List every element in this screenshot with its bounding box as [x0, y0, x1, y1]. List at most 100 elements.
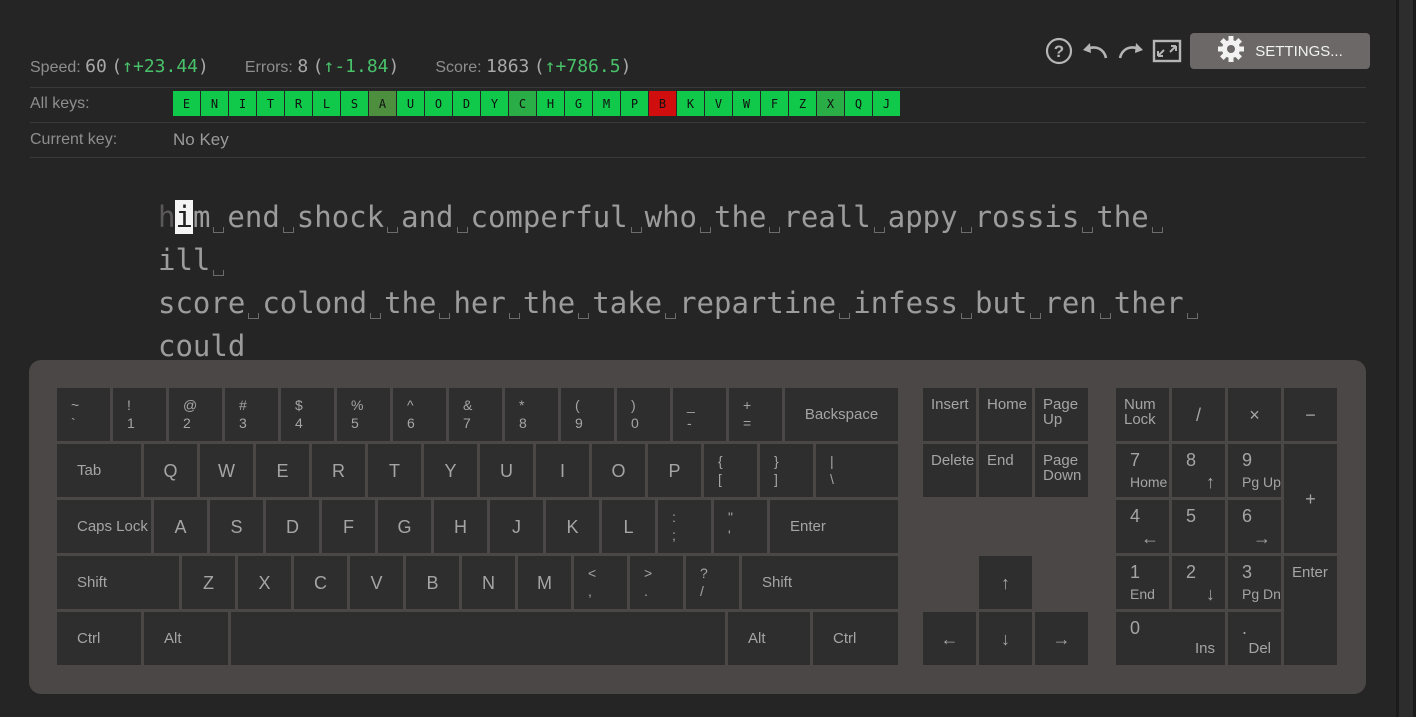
5-key[interactable]: 5: [1172, 500, 1225, 553]
settings-button[interactable]: SETTINGS...: [1190, 33, 1370, 69]
4-key[interactable]: $4: [281, 388, 334, 441]
symbol-key[interactable]: >.: [630, 556, 683, 609]
e-key[interactable]: E: [256, 444, 309, 497]
5-key[interactable]: % 5: [337, 388, 390, 441]
3-key[interactable]: #3: [225, 388, 278, 441]
symbol-key[interactable]: /: [1172, 388, 1225, 441]
g-key[interactable]: G: [378, 500, 431, 553]
symbol-key[interactable]: ? /: [686, 556, 739, 609]
7-key[interactable]: & 7: [449, 388, 502, 441]
enter-key[interactable]: Enter: [770, 500, 898, 553]
f-key[interactable]: F: [322, 500, 375, 553]
1-key[interactable]: 1 End: [1116, 556, 1169, 609]
v-key[interactable]: V: [350, 556, 403, 609]
symbol-key[interactable]: {[: [704, 444, 757, 497]
x-key[interactable]: X: [238, 556, 291, 609]
fullscreen-icon[interactable]: [1152, 36, 1182, 66]
r-key[interactable]: R: [312, 444, 365, 497]
up-key[interactable]: Page Up: [1035, 388, 1088, 441]
redo-icon[interactable]: [1116, 36, 1146, 66]
4-key[interactable]: 4 ←: [1116, 500, 1169, 553]
n-key[interactable]: N: [462, 556, 515, 609]
symbol-key[interactable]: _ -: [673, 388, 726, 441]
symbol-key[interactable]: <,: [574, 556, 627, 609]
0-key[interactable]: 0 Ins: [1116, 612, 1225, 665]
key-label: ↑: [1206, 472, 1215, 492]
2-key[interactable]: @2: [169, 388, 222, 441]
home-key[interactable]: Home: [979, 388, 1032, 441]
8-key[interactable]: * 8: [505, 388, 558, 441]
symbol-key[interactable]: ~ `: [57, 388, 110, 441]
enter-key[interactable]: Enter: [1284, 556, 1337, 665]
9-key[interactable]: (9: [561, 388, 614, 441]
alt-key[interactable]: Alt: [728, 612, 810, 665]
7-key[interactable]: 7 Home: [1116, 444, 1169, 497]
lock-key[interactable]: Num Lock: [1116, 388, 1169, 441]
space-key[interactable]: [231, 612, 725, 665]
insert-key[interactable]: Insert: [923, 388, 976, 441]
symbol-key[interactable]: :;: [658, 500, 711, 553]
ctrl-key[interactable]: Ctrl: [813, 612, 898, 665]
caps-lock-key[interactable]: Caps Lock: [57, 500, 151, 553]
o-key[interactable]: O: [592, 444, 645, 497]
symbol-key[interactable]: ←: [923, 612, 976, 665]
3-key[interactable]: 3 Pg Dn: [1228, 556, 1281, 609]
p-key[interactable]: P: [648, 444, 701, 497]
6-key[interactable]: ^ 6: [393, 388, 446, 441]
symbol-key[interactable]: −: [1284, 388, 1337, 441]
6-key[interactable]: 6 →: [1228, 500, 1281, 553]
key-label: 7: [463, 415, 471, 431]
8-key[interactable]: 8 ↑: [1172, 444, 1225, 497]
symbol-key[interactable]: }]: [760, 444, 813, 497]
key-chip-a: A: [369, 91, 396, 116]
symbol-key[interactable]: " ': [714, 500, 767, 553]
k-key[interactable]: K: [546, 500, 599, 553]
0-key[interactable]: ) 0: [617, 388, 670, 441]
h-key[interactable]: H: [434, 500, 487, 553]
l-key[interactable]: L: [602, 500, 655, 553]
i-key[interactable]: I: [536, 444, 589, 497]
shift-key[interactable]: Shift: [742, 556, 898, 609]
practice-text[interactable]: him end shock and comperful who the reall appy ro…: [158, 196, 1218, 368]
z-key[interactable]: Z: [182, 556, 235, 609]
c-key[interactable]: C: [294, 556, 347, 609]
symbol-key[interactable]: →: [1035, 612, 1088, 665]
backspace-key[interactable]: Backspace: [785, 388, 898, 441]
symbol-key[interactable]: | \: [816, 444, 898, 497]
shift-key[interactable]: Shift: [57, 556, 179, 609]
j-key[interactable]: J: [490, 500, 543, 553]
scrollbar-thumb[interactable]: [1399, 0, 1413, 717]
m-key[interactable]: M: [518, 556, 571, 609]
u-key[interactable]: U: [480, 444, 533, 497]
a-key[interactable]: A: [154, 500, 207, 553]
key-label: Pg Up: [1242, 474, 1281, 490]
symbol-key[interactable]: +: [1284, 444, 1337, 553]
9-key[interactable]: 9 Pg Up: [1228, 444, 1281, 497]
key-label: 2: [183, 415, 191, 431]
1-key[interactable]: ! 1: [113, 388, 166, 441]
alt-key[interactable]: Alt: [144, 612, 228, 665]
current-key-label: Current key:: [30, 131, 118, 148]
symbol-key[interactable]: ×: [1228, 388, 1281, 441]
b-key[interactable]: B: [406, 556, 459, 609]
symbol-key[interactable]: ↓: [979, 612, 1032, 665]
2-key[interactable]: 2 ↓: [1172, 556, 1225, 609]
symbol-key[interactable]: ↑: [979, 556, 1032, 609]
y-key[interactable]: Y: [424, 444, 477, 497]
q-key[interactable]: Q: [144, 444, 197, 497]
d-key[interactable]: D: [266, 500, 319, 553]
delete-key[interactable]: Delete: [923, 444, 976, 497]
tab-key[interactable]: Tab: [57, 444, 141, 497]
symbol-key[interactable]: . Del: [1228, 612, 1281, 665]
symbol-key[interactable]: + =: [729, 388, 782, 441]
undo-icon[interactable]: [1080, 36, 1110, 66]
help-circle-icon[interactable]: ?: [1044, 36, 1074, 66]
end-key[interactable]: End: [979, 444, 1032, 497]
s-key[interactable]: S: [210, 500, 263, 553]
scrollbar-track[interactable]: [1396, 0, 1416, 717]
t-key[interactable]: T: [368, 444, 421, 497]
key-label: 1: [127, 415, 135, 431]
ctrl-key[interactable]: Ctrl: [57, 612, 141, 665]
w-key[interactable]: W: [200, 444, 253, 497]
down-key[interactable]: Page Down: [1035, 444, 1088, 497]
